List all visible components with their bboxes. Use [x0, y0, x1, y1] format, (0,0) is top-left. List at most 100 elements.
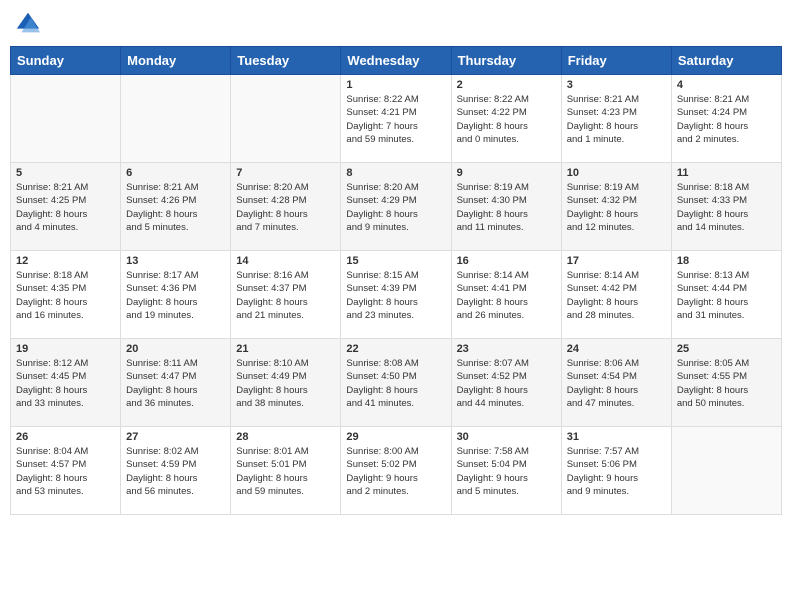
calendar-week-row: 19Sunrise: 8:12 AMSunset: 4:45 PMDayligh… — [11, 339, 782, 427]
calendar-week-row: 5 Sunrise: 8:21 AMSunset: 4:25 PMDaylight… — [11, 163, 782, 251]
calendar-cell: 6Sunrise: 8:21 AMSunset: 4:26 PMDaylight… — [121, 163, 231, 251]
day-info: Sunrise: 8:14 AMSunset: 4:41 PMDaylight:… — [457, 269, 556, 322]
day-info: Sunrise: 8:10 AMSunset: 4:49 PMDaylight:… — [236, 357, 335, 410]
day-number: 15 — [346, 255, 445, 267]
calendar-week-row: 26Sunrise: 8:04 AMSunset: 4:57 PMDayligh… — [11, 427, 782, 515]
day-info: Sunrise: 7:58 AMSunset: 5:04 PMDaylight:… — [457, 445, 556, 498]
day-info-line: Sunset: 4:42 PM — [567, 282, 666, 295]
day-info-line: Daylight: 8 hours — [567, 296, 666, 309]
day-info-line: Daylight: 7 hours — [346, 120, 445, 133]
day-info-line: Sunrise: 8:04 AM — [16, 445, 115, 458]
weekday-header-saturday: Saturday — [671, 47, 781, 75]
day-info-line: Daylight: 8 hours — [16, 296, 115, 309]
calendar-cell: 30Sunrise: 7:58 AMSunset: 5:04 PMDayligh… — [451, 427, 561, 515]
day-info-line: Daylight: 8 hours — [236, 208, 335, 221]
day-info-line: and 56 minutes. — [126, 485, 225, 498]
day-info-line: and 5 minutes. — [457, 485, 556, 498]
day-info-line: and 21 minutes. — [236, 309, 335, 322]
calendar-cell: 22Sunrise: 8:08 AMSunset: 4:50 PMDayligh… — [341, 339, 451, 427]
day-info-line: Sunrise: 8:00 AM — [346, 445, 445, 458]
day-info-line: Daylight: 9 hours — [567, 472, 666, 485]
day-info-line: Daylight: 8 hours — [236, 472, 335, 485]
day-info-line: Daylight: 8 hours — [346, 384, 445, 397]
day-info-line: and 4 minutes. — [16, 221, 115, 234]
day-number: 29 — [346, 431, 445, 443]
calendar-cell: 12Sunrise: 8:18 AMSunset: 4:35 PMDayligh… — [11, 251, 121, 339]
weekday-header-tuesday: Tuesday — [231, 47, 341, 75]
weekday-header-thursday: Thursday — [451, 47, 561, 75]
day-number: 19 — [16, 343, 115, 355]
day-number: 16 — [457, 255, 556, 267]
day-info-line: Sunrise: 8:06 AM — [567, 357, 666, 370]
day-info-line: Sunset: 4:55 PM — [677, 370, 776, 383]
day-info-line: Sunrise: 8:14 AM — [567, 269, 666, 282]
day-info-line: Sunset: 4:57 PM — [16, 458, 115, 471]
day-info-line: Daylight: 8 hours — [126, 296, 225, 309]
day-info: Sunrise: 8:18 AMSunset: 4:35 PMDaylight:… — [16, 269, 115, 322]
day-info-line: Sunrise: 8:07 AM — [457, 357, 556, 370]
day-info-line: Sunrise: 8:22 AM — [346, 93, 445, 106]
day-info: Sunrise: 8:21 AMSunset: 4:23 PMDaylight:… — [567, 93, 666, 146]
day-info-line: Sunset: 4:59 PM — [126, 458, 225, 471]
day-info-line: Sunrise: 8:18 AM — [16, 269, 115, 282]
day-number: 20 — [126, 343, 225, 355]
day-info: Sunrise: 8:22 AMSunset: 4:21 PMDaylight:… — [346, 93, 445, 146]
calendar-cell: 9 Sunrise: 8:19 AMSunset: 4:30 PMDaylight… — [451, 163, 561, 251]
day-info-line: Sunrise: 8:20 AM — [236, 181, 335, 194]
day-info-line: Daylight: 8 hours — [567, 120, 666, 133]
day-info: Sunrise: 8:01 AMSunset: 5:01 PMDaylight:… — [236, 445, 335, 498]
calendar-cell: 2 Sunrise: 8:22 AMSunset: 4:22 PMDaylight… — [451, 75, 561, 163]
day-info: Sunrise: 8:11 AMSunset: 4:47 PMDaylight:… — [126, 357, 225, 410]
calendar-week-row: 1 Sunrise: 8:22 AMSunset: 4:21 PMDaylight… — [11, 75, 782, 163]
day-info-line: Sunrise: 8:10 AM — [236, 357, 335, 370]
day-info-line: Sunset: 5:01 PM — [236, 458, 335, 471]
day-number: 18 — [677, 255, 776, 267]
day-info: Sunrise: 8:20 AMSunset: 4:29 PMDaylight:… — [346, 181, 445, 234]
day-info-line: Sunrise: 8:19 AM — [567, 181, 666, 194]
day-info-line: Sunrise: 8:20 AM — [346, 181, 445, 194]
calendar-cell: 20 Sunrise: 8:11 AMSunset: 4:47 PMDayligh… — [121, 339, 231, 427]
day-info: Sunrise: 8:21 AMSunset: 4:25 PMDaylight:… — [16, 181, 115, 234]
day-info-line: and 0 minutes. — [457, 133, 556, 146]
calendar-cell: 29Sunrise: 8:00 AMSunset: 5:02 PMDayligh… — [341, 427, 451, 515]
day-number: 6 — [126, 167, 225, 179]
day-info-line: Sunrise: 8:22 AM — [457, 93, 556, 106]
day-info-line: and 50 minutes. — [677, 397, 776, 410]
calendar-cell: 27Sunrise: 8:02 AMSunset: 4:59 PMDayligh… — [121, 427, 231, 515]
day-info-line: Sunrise: 7:58 AM — [457, 445, 556, 458]
day-info-line: Sunset: 4:37 PM — [236, 282, 335, 295]
day-number: 9 — [457, 167, 556, 179]
day-info: Sunrise: 8:19 AMSunset: 4:32 PMDaylight:… — [567, 181, 666, 234]
day-info-line: Daylight: 9 hours — [457, 472, 556, 485]
calendar-cell: 15 Sunrise: 8:15 AMSunset: 4:39 PMDayligh… — [341, 251, 451, 339]
day-info-line: Sunset: 5:04 PM — [457, 458, 556, 471]
day-info-line: Sunrise: 8:15 AM — [346, 269, 445, 282]
day-info-line: and 5 minutes. — [126, 221, 225, 234]
day-info: Sunrise: 8:22 AMSunset: 4:22 PMDaylight:… — [457, 93, 556, 146]
calendar-cell: 13Sunrise: 8:17 AMSunset: 4:36 PMDayligh… — [121, 251, 231, 339]
day-info-line: Daylight: 8 hours — [457, 384, 556, 397]
day-number: 1 — [346, 79, 445, 91]
day-number: 2 — [457, 79, 556, 91]
day-info-line: Sunrise: 8:19 AM — [457, 181, 556, 194]
calendar-cell: 16 Sunrise: 8:14 AMSunset: 4:41 PMDayligh… — [451, 251, 561, 339]
day-info-line: and 59 minutes. — [236, 485, 335, 498]
day-number: 5 — [16, 167, 115, 179]
calendar-cell: 18 Sunrise: 8:13 AMSunset: 4:44 PMDayligh… — [671, 251, 781, 339]
day-info: Sunrise: 8:13 AMSunset: 4:44 PMDaylight:… — [677, 269, 776, 322]
day-info-line: Daylight: 8 hours — [16, 208, 115, 221]
day-number: 23 — [457, 343, 556, 355]
calendar-cell: 21Sunrise: 8:10 AMSunset: 4:49 PMDayligh… — [231, 339, 341, 427]
calendar-cell: 25Sunrise: 8:05 AMSunset: 4:55 PMDayligh… — [671, 339, 781, 427]
day-info: Sunrise: 8:19 AMSunset: 4:30 PMDaylight:… — [457, 181, 556, 234]
day-info-line: Sunset: 4:49 PM — [236, 370, 335, 383]
day-info: Sunrise: 8:15 AMSunset: 4:39 PMDaylight:… — [346, 269, 445, 322]
day-info-line: Sunrise: 8:18 AM — [677, 181, 776, 194]
calendar-header-row: SundayMondayTuesdayWednesdayThursdayFrid… — [11, 47, 782, 75]
day-info: Sunrise: 8:14 AMSunset: 4:42 PMDaylight:… — [567, 269, 666, 322]
day-number: 24 — [567, 343, 666, 355]
day-info-line: and 26 minutes. — [457, 309, 556, 322]
day-info-line: Sunset: 4:47 PM — [126, 370, 225, 383]
day-info-line: Sunset: 4:52 PM — [457, 370, 556, 383]
day-info-line: and 2 minutes. — [346, 485, 445, 498]
